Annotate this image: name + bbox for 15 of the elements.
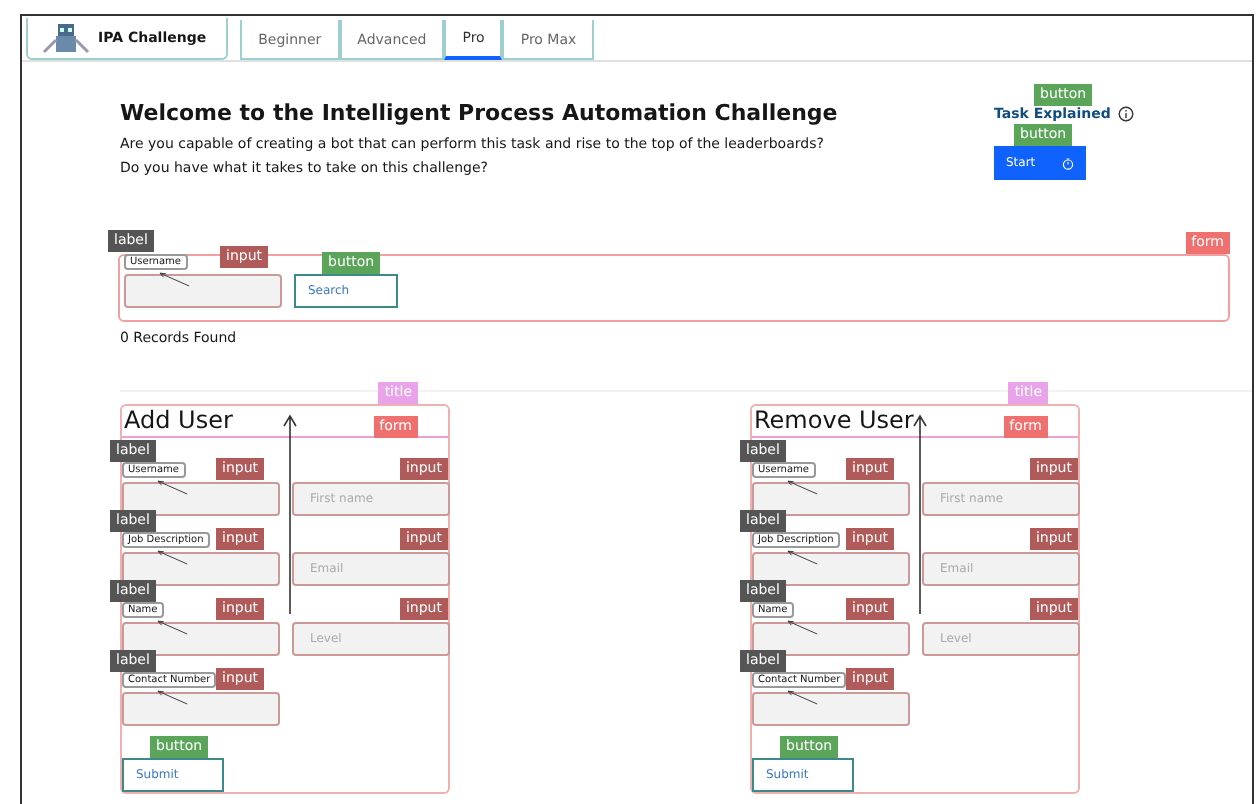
- info-icon: [1118, 106, 1135, 122]
- input-field[interactable]: [122, 692, 280, 726]
- timer-icon: [1062, 157, 1074, 169]
- page-heading: Welcome to the Intelligent Process Automation Challenge: [120, 100, 840, 126]
- input-field[interactable]: [122, 552, 280, 586]
- input-field[interactable]: [752, 692, 910, 726]
- input-field[interactable]: [122, 622, 280, 656]
- panel-title: Add User: [124, 406, 233, 434]
- input-field[interactable]: [752, 482, 910, 516]
- input-field[interactable]: [122, 482, 280, 516]
- input-field[interactable]: [752, 552, 910, 586]
- username-field[interactable]: [124, 274, 282, 308]
- panel-title: Remove User: [754, 406, 914, 434]
- input-field[interactable]: [752, 622, 910, 656]
- robot-icon: [40, 22, 92, 54]
